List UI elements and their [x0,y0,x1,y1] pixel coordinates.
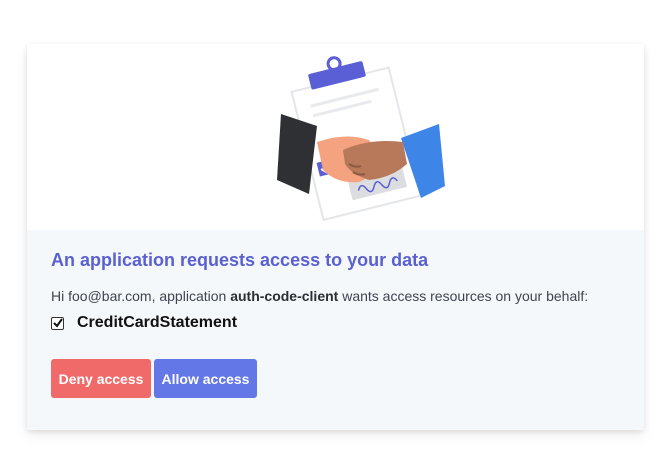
intro-prefix: Hi foo@bar.com, application [51,288,231,304]
page-title: An application requests access to your d… [51,250,429,270]
deny-access-button[interactable]: Deny access [51,359,151,398]
scope-checkbox[interactable] [51,316,64,330]
consent-card: An application requests access to your d… [27,44,644,430]
checkmark-icon [53,317,63,328]
scope-item: CreditCardStatement [51,312,237,334]
handshake-contract-illustration [277,56,445,222]
consent-panel: An application requests access to your d… [27,230,644,430]
scope-label: CreditCardStatement [77,314,238,331]
allow-access-button[interactable]: Allow access [154,359,257,398]
consent-intro: Hi foo@bar.com, application auth-code-cl… [51,288,588,304]
client-name: auth-code-client [230,288,339,304]
intro-suffix: wants access resources on your behalf: [338,288,589,304]
hero-area [27,44,644,230]
